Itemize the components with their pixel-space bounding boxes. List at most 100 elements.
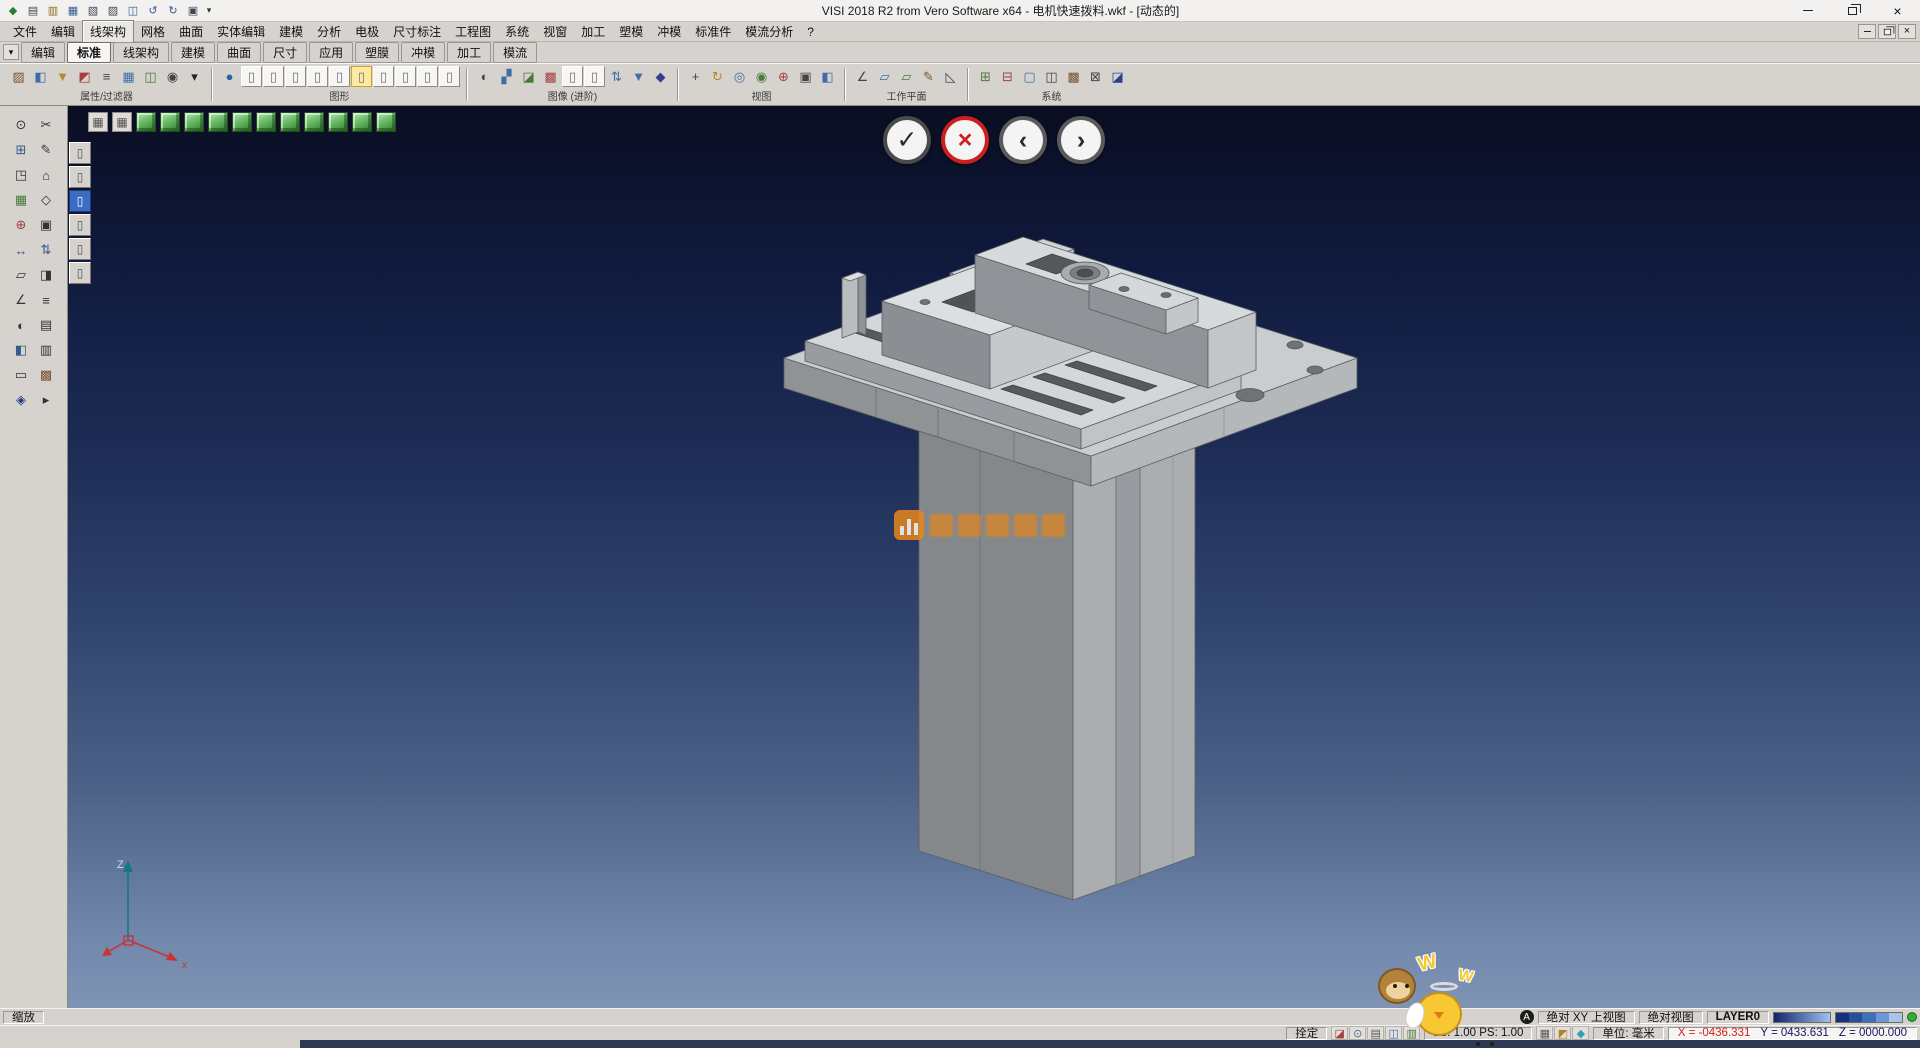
model-3d[interactable]	[68, 106, 1920, 1008]
solid-5-icon[interactable]: ▯	[329, 66, 350, 87]
zoom-circle-icon[interactable]: ◎	[729, 66, 750, 87]
solid-7-icon[interactable]: ▯	[373, 66, 394, 87]
view-bottom-icon[interactable]	[280, 112, 300, 132]
solid-9-icon[interactable]: ▯	[417, 66, 438, 87]
tab-模流[interactable]: 模流	[493, 42, 537, 63]
tab-塑膜[interactable]: 塑膜	[355, 42, 399, 63]
tab-dropdown-icon[interactable]: ▾	[3, 44, 19, 60]
columns-icon[interactable]: ▥	[35, 339, 57, 361]
tab-标准[interactable]: 标准	[67, 42, 111, 63]
view-iso-icon[interactable]	[136, 112, 156, 132]
view-back-icon[interactable]	[184, 112, 204, 132]
rows-icon[interactable]: ▤	[35, 314, 57, 336]
plane-icon[interactable]: ▱	[874, 66, 895, 87]
mdi-close-button[interactable]: ×	[1898, 24, 1916, 39]
menu-item-编辑[interactable]: 编辑	[44, 21, 82, 42]
minimize-button[interactable]	[1785, 0, 1830, 22]
strip-tool-1-icon[interactable]: ▯	[69, 142, 91, 164]
print-icon[interactable]: ▧	[84, 2, 102, 19]
depth-gradient-bar[interactable]	[1773, 1012, 1831, 1023]
zoom-lock-icon[interactable]: ⊙	[1349, 1026, 1366, 1040]
frame-icon[interactable]: ▢	[1019, 66, 1040, 87]
cancel-button[interactable]: ×	[941, 116, 989, 164]
menu-item-建模[interactable]: 建模	[272, 21, 310, 42]
attr-filter-icon[interactable]: ◧	[30, 66, 51, 87]
restore-button[interactable]	[1830, 0, 1875, 22]
corner-icon[interactable]: ◪	[1107, 66, 1128, 87]
prev-button[interactable]: ‹	[999, 116, 1047, 164]
open-file-icon[interactable]: ▥	[44, 2, 62, 19]
select-box-icon[interactable]: ▣	[35, 214, 57, 236]
tab-应用[interactable]: 应用	[309, 42, 353, 63]
bar-icon[interactable]: ▭	[10, 364, 32, 386]
snap-icon[interactable]: ◪	[1331, 1026, 1348, 1040]
cylinder-view-2-icon[interactable]: ▯	[584, 66, 605, 87]
paste-icon[interactable]: ◫	[124, 2, 142, 19]
tab-尺寸[interactable]: 尺寸	[263, 42, 307, 63]
tab-编辑[interactable]: 编辑	[21, 42, 65, 63]
view-right-icon[interactable]	[232, 112, 252, 132]
rotate-view-icon[interactable]: ↻	[707, 66, 728, 87]
tab-冲模[interactable]: 冲模	[401, 42, 445, 63]
strip-tool-3-icon[interactable]: ▯	[69, 190, 91, 212]
pin-toggle[interactable]: 拴定	[1286, 1027, 1327, 1040]
view-rotate-icon[interactable]	[352, 112, 372, 132]
grid-minus-icon[interactable]: ⊟	[997, 66, 1018, 87]
toolbar-overflow-icon[interactable]: ▾	[202, 5, 216, 16]
solid-1-icon[interactable]: ▯	[241, 66, 262, 87]
grid-chip-icon[interactable]: ▦	[1536, 1026, 1553, 1040]
move-v-icon[interactable]: ⇅	[35, 239, 57, 261]
filter-funnel-icon[interactable]: ▼	[52, 66, 73, 87]
strip-tool-6-icon[interactable]: ▯	[69, 262, 91, 284]
app-icon[interactable]: ◆	[4, 2, 22, 19]
layers-tool-icon[interactable]: ≡	[35, 289, 57, 311]
zoom-in-icon[interactable]: ⊕	[773, 66, 794, 87]
solid-6-icon[interactable]: ▯	[351, 66, 372, 87]
menu-item-?[interactable]: ?	[800, 23, 821, 41]
next-button[interactable]: ›	[1057, 116, 1105, 164]
grid-system-icon[interactable]: ⊞	[975, 66, 996, 87]
add-entity-icon[interactable]: ⊕	[10, 214, 32, 236]
palette-icon[interactable]: ◩	[1554, 1026, 1571, 1040]
gem-icon[interactable]: ◆	[650, 66, 671, 87]
view-front-icon[interactable]	[160, 112, 180, 132]
marker-a-badge[interactable]: A	[1520, 1010, 1534, 1024]
model-left-tab[interactable]	[842, 272, 866, 338]
solid-4-icon[interactable]: ▯	[307, 66, 328, 87]
solid-2-icon[interactable]: ▯	[263, 66, 284, 87]
cylinder-view-icon[interactable]: ▯	[562, 66, 583, 87]
triangle-icon[interactable]: ◺	[940, 66, 961, 87]
menu-item-视窗[interactable]: 视窗	[536, 21, 574, 42]
corner-tool-icon[interactable]: ◳	[10, 164, 32, 186]
shade-icon[interactable]: ◐	[474, 66, 495, 87]
strip-tool-2-icon[interactable]: ▯	[69, 166, 91, 188]
trim-icon[interactable]: ✂	[35, 114, 57, 136]
split-view-icon[interactable]: ◧	[817, 66, 838, 87]
mdi-minimize-button[interactable]	[1858, 24, 1876, 39]
menu-item-标准件[interactable]: 标准件	[688, 21, 738, 42]
solid-8-icon[interactable]: ▯	[395, 66, 416, 87]
view-dim-icon[interactable]	[328, 112, 348, 132]
view-axo-icon[interactable]	[304, 112, 324, 132]
view-custom-icon[interactable]	[376, 112, 396, 132]
attr-mask-icon[interactable]: ▨	[8, 66, 29, 87]
play-icon[interactable]: ▸	[35, 389, 57, 411]
settings-icon[interactable]: ▣	[184, 2, 202, 19]
move-h-icon[interactable]: ↔	[10, 239, 32, 261]
hatch-icon[interactable]: ▩	[1063, 66, 1084, 87]
mdi-restore-button[interactable]	[1878, 24, 1896, 39]
copy-icon[interactable]: ▨	[104, 2, 122, 19]
depth-segments-bar[interactable]	[1835, 1012, 1903, 1023]
solid-3-icon[interactable]: ▯	[285, 66, 306, 87]
menu-item-实体编辑[interactable]: 实体编辑	[210, 21, 272, 42]
menu-item-曲面[interactable]: 曲面	[172, 21, 210, 42]
menu-item-工程图[interactable]: 工程图	[448, 21, 498, 42]
color-filter-icon[interactable]: ◩	[74, 66, 95, 87]
confirm-button[interactable]: ✓	[883, 116, 931, 164]
mesh-icon[interactable]: ▦	[10, 189, 32, 211]
wireframe-icon[interactable]: ▞	[496, 66, 517, 87]
plane-2-icon[interactable]: ▱	[896, 66, 917, 87]
grid-filter-icon[interactable]: ▦	[118, 66, 139, 87]
menu-item-分析[interactable]: 分析	[310, 21, 348, 42]
menu-item-塑模[interactable]: 塑模	[612, 21, 650, 42]
